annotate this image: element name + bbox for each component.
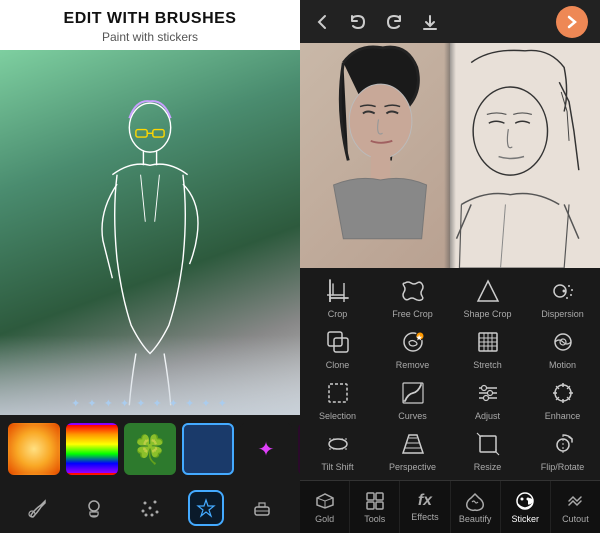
brush-selected-button[interactable] — [188, 490, 224, 526]
motion-icon — [548, 327, 578, 357]
scatter-button[interactable] — [132, 490, 168, 526]
stretch-tool[interactable]: Stretch — [450, 323, 525, 374]
stamp-button[interactable] — [76, 490, 112, 526]
resize-icon — [473, 429, 503, 459]
curves-label: Curves — [398, 411, 427, 421]
tools-grid: Crop Free Crop Shape Crop — [300, 268, 600, 480]
gold-icon — [314, 490, 336, 512]
perspective-icon — [398, 429, 428, 459]
clone-label: Clone — [326, 360, 350, 370]
sticker-nav-item[interactable]: Sticker — [501, 481, 551, 533]
cutout-nav-label: Cutout — [562, 514, 589, 524]
effects-nav-item[interactable]: fx Effects — [400, 481, 450, 533]
free-crop-label: Free Crop — [392, 309, 433, 319]
gold-nav-label: Gold — [315, 514, 334, 524]
tilt-shift-icon — [323, 429, 353, 459]
download-button[interactable] — [420, 12, 440, 32]
split-overlay — [300, 43, 600, 268]
sticker-row: 🍀 ✦ ❋ — [0, 415, 300, 483]
sticker-thumb-dark[interactable]: ❋ — [298, 423, 300, 475]
crop-label: Crop — [328, 309, 348, 319]
selection-icon — [323, 378, 353, 408]
brush-tools-bar — [0, 483, 300, 533]
tools-nav-label: Tools — [364, 514, 385, 524]
free-crop-tool[interactable]: Free Crop — [375, 272, 450, 323]
perspective-tool[interactable]: Perspective — [375, 425, 450, 476]
beautify-icon — [464, 490, 486, 512]
left-panel: EDIT WITH BRUSHES Paint with stickers — [0, 0, 300, 533]
flip-rotate-icon — [548, 429, 578, 459]
stretch-icon — [473, 327, 503, 357]
sticker-thumb-gold[interactable] — [8, 423, 60, 475]
undo-button[interactable] — [348, 12, 368, 32]
clone-icon — [323, 327, 353, 357]
sticker-thumb-clover[interactable]: 🍀 — [124, 423, 176, 475]
remove-tool[interactable]: ★ Remove — [375, 323, 450, 374]
tilt-shift-label: Tilt Shift — [321, 462, 353, 472]
sticker-nav-label: Sticker — [512, 514, 540, 524]
beautify-nav-item[interactable]: Beautify — [451, 481, 501, 533]
resize-label: Resize — [474, 462, 502, 472]
top-nav-bar — [300, 0, 600, 43]
tools-icon — [364, 490, 386, 512]
adjust-icon — [473, 378, 503, 408]
forward-button[interactable] — [556, 6, 588, 38]
erase-button[interactable] — [244, 490, 280, 526]
bottom-nav: Gold Tools fx Effects — [300, 480, 600, 533]
tools-nav-item[interactable]: Tools — [350, 481, 400, 533]
redo-button[interactable] — [384, 12, 404, 32]
right-image-area — [300, 43, 600, 268]
subtitle: Paint with stickers — [64, 30, 237, 44]
resize-tool[interactable]: Resize — [450, 425, 525, 476]
curves-tool[interactable]: Curves — [375, 374, 450, 425]
sparkle-overlay: ✦ ✦ ✦ ✦ ✦ ✦ ✦ ✦ ✦ ✦ — [0, 335, 300, 415]
main-title: EDIT WITH BRUSHES — [64, 10, 237, 28]
sticker-thumb-sparkle[interactable]: ✦ — [240, 423, 292, 475]
left-image: ✦ ✦ ✦ ✦ ✦ ✦ ✦ ✦ ✦ ✦ — [0, 50, 300, 415]
motion-tool[interactable]: Motion — [525, 323, 600, 374]
flip-rotate-label: Flip/Rotate — [541, 462, 585, 472]
shape-crop-icon — [473, 276, 503, 306]
effects-icon: fx — [418, 492, 432, 510]
stretch-label: Stretch — [473, 360, 502, 370]
crop-icon — [323, 276, 353, 306]
gold-nav-item[interactable]: Gold — [300, 481, 350, 533]
tilt-shift-tool[interactable]: Tilt Shift — [300, 425, 375, 476]
beautify-nav-label: Beautify — [459, 514, 492, 524]
paint-brush-button[interactable] — [20, 490, 56, 526]
motion-label: Motion — [549, 360, 576, 370]
dispersion-tool[interactable]: Dispersion — [525, 272, 600, 323]
sticker-thumb-rainbow[interactable] — [66, 423, 118, 475]
enhance-tool[interactable]: Enhance — [525, 374, 600, 425]
cutout-nav-item[interactable]: Cutout — [551, 481, 600, 533]
remove-label: Remove — [396, 360, 430, 370]
selection-tool[interactable]: Selection — [300, 374, 375, 425]
shape-crop-tool[interactable]: Shape Crop — [450, 272, 525, 323]
effects-nav-label: Effects — [411, 512, 438, 522]
curves-icon — [398, 378, 428, 408]
svg-text:★: ★ — [416, 334, 423, 342]
sticker-thumb-blue-selected[interactable] — [182, 423, 234, 475]
nav-left-icons — [312, 12, 440, 32]
selection-label: Selection — [319, 411, 356, 421]
enhance-label: Enhance — [545, 411, 581, 421]
free-crop-icon — [398, 276, 428, 306]
right-panel: Crop Free Crop Shape Crop — [300, 0, 600, 533]
shape-crop-label: Shape Crop — [463, 309, 511, 319]
left-header: EDIT WITH BRUSHES Paint with stickers — [44, 0, 257, 50]
crop-tool[interactable]: Crop — [300, 272, 375, 323]
flip-rotate-tool[interactable]: Flip/Rotate — [525, 425, 600, 476]
remove-icon: ★ — [398, 327, 428, 357]
back-button[interactable] — [312, 12, 332, 32]
adjust-tool[interactable]: Adjust — [450, 374, 525, 425]
perspective-label: Perspective — [389, 462, 436, 472]
dispersion-label: Dispersion — [541, 309, 584, 319]
dispersion-icon — [548, 276, 578, 306]
sticker-icon — [514, 490, 536, 512]
adjust-label: Adjust — [475, 411, 500, 421]
clone-tool[interactable]: Clone — [300, 323, 375, 374]
enhance-icon — [548, 378, 578, 408]
cutout-icon — [564, 490, 586, 512]
